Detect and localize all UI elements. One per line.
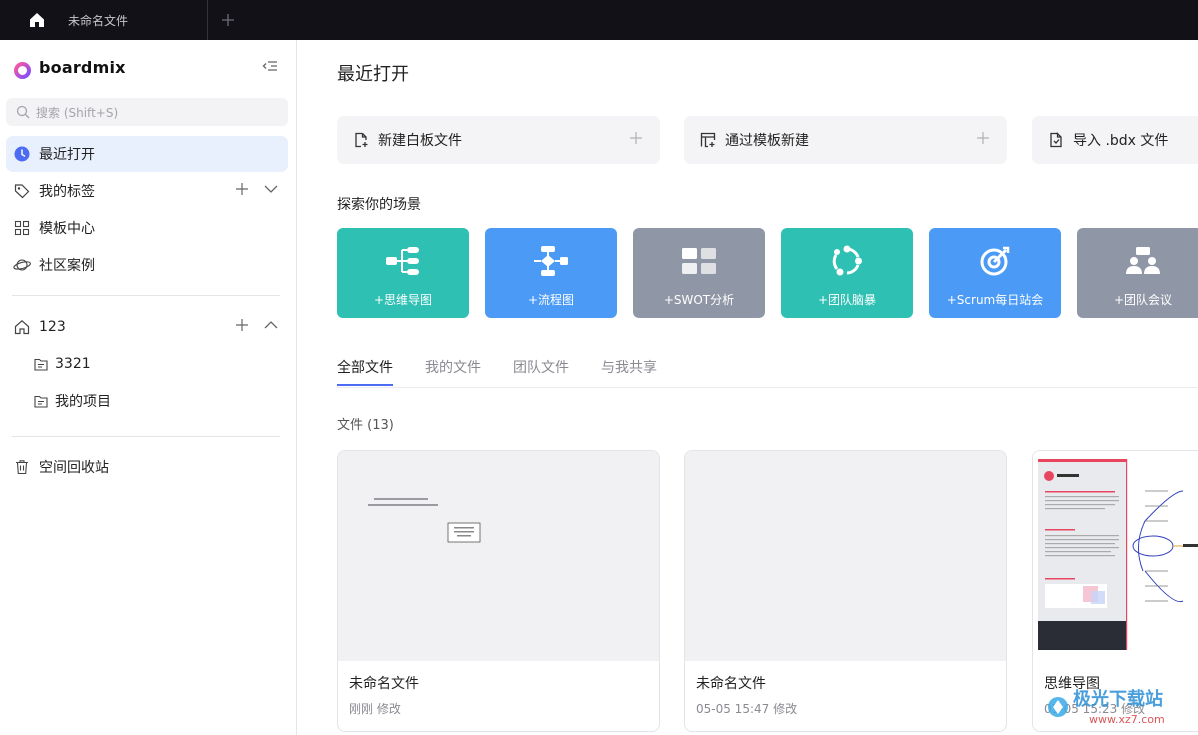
sidebar-item-label: 社区案例 <box>39 258 95 274</box>
sidebar-item-templates[interactable]: 模板中心 <box>6 210 288 246</box>
main-content: 最近打开 新建白板文件 通过模板新建 导入 .bdx 文件 探索你的场景 +思维… <box>297 40 1198 735</box>
watermark-logo: 极光下载站 www.xz7.com <box>1045 683 1195 731</box>
quick-action-label: 导入 .bdx 文件 <box>1073 133 1169 149</box>
home-outline-icon <box>13 318 31 336</box>
chevron-down-icon[interactable] <box>263 182 279 196</box>
tab-my-files[interactable]: 我的文件 <box>425 357 481 377</box>
document-tab-label: 未命名文件 <box>68 13 129 28</box>
brainstorm-icon <box>832 245 862 276</box>
sidebar-divider <box>12 436 280 437</box>
brand[interactable]: boardmix <box>12 54 126 80</box>
new-tab-button[interactable] <box>218 10 238 30</box>
scene-label: +Scrum每日站会 <box>946 293 1044 307</box>
sidebar-item-recent[interactable]: 最近打开 <box>6 136 288 172</box>
search-input[interactable]: 搜索 (Shift+S) <box>6 98 288 126</box>
folder-icon <box>34 358 48 371</box>
scene-label: +团队会议 <box>1113 293 1173 307</box>
sidebar-folder-3321[interactable]: 3321 <box>26 347 288 381</box>
scene-brainstorm[interactable]: +团队脑暴 <box>781 228 913 318</box>
clock-icon <box>13 145 31 163</box>
brand-name: boardmix <box>39 57 126 77</box>
file-modified-time: 刚刚 修改 <box>349 702 401 716</box>
search-placeholder: 搜索 (Shift+S) <box>36 105 119 120</box>
sidebar: boardmix 搜索 (Shift+S) 最近打开 我的标签 模板中心 社区案… <box>0 40 297 735</box>
home-icon <box>30 13 44 27</box>
sidebar-item-tags[interactable]: 我的标签 <box>6 173 288 209</box>
quick-action-label: 新建白板文件 <box>378 133 462 149</box>
scene-mindmap[interactable]: +思维导图 <box>337 228 469 318</box>
file-thumbnail <box>338 451 659 661</box>
scene-label: +SWOT分析 <box>663 293 735 307</box>
file-thumbnail <box>1033 451 1198 661</box>
target-icon <box>980 246 1010 276</box>
scene-label: +思维导图 <box>373 293 433 307</box>
folder-icon <box>34 395 48 408</box>
tab-all-files[interactable]: 全部文件 <box>337 357 393 377</box>
plus-icon <box>977 132 989 144</box>
new-whiteboard-button[interactable]: 新建白板文件 <box>337 116 660 164</box>
page-title: 最近打开 <box>337 64 409 85</box>
tab-shared-with-me[interactable]: 与我共享 <box>601 357 657 377</box>
add-tag-icon[interactable] <box>235 182 249 196</box>
svg-text:极光下载站: 极光下载站 <box>1073 688 1163 710</box>
planet-icon <box>13 256 31 274</box>
trash-icon <box>13 458 31 476</box>
sidebar-divider <box>12 295 280 296</box>
sidebar-folder-my-projects[interactable]: 我的项目 <box>26 384 288 418</box>
sidebar-item-label: 模板中心 <box>39 221 95 237</box>
space-name: 123 <box>39 319 66 335</box>
meeting-icon <box>1126 247 1160 274</box>
tab-team-files[interactable]: 团队文件 <box>513 357 569 377</box>
file-count: 文件 (13) <box>337 418 394 433</box>
folder-label: 我的项目 <box>55 394 111 410</box>
folder-label: 3321 <box>55 356 91 372</box>
new-from-template-button[interactable]: 通过模板新建 <box>684 116 1007 164</box>
file-name: 未命名文件 <box>696 676 766 692</box>
scene-meeting[interactable]: +团队会议 <box>1077 228 1198 318</box>
template-icon <box>700 132 716 148</box>
new-file-icon <box>355 132 368 148</box>
sidebar-item-label: 最近打开 <box>39 147 95 163</box>
title-bar: 未命名文件 <box>0 0 1198 40</box>
scene-scrum[interactable]: +Scrum每日站会 <box>929 228 1061 318</box>
sidebar-item-label: 空间回收站 <box>39 460 109 476</box>
search-icon <box>16 105 30 119</box>
file-name: 未命名文件 <box>349 676 419 692</box>
scene-label: +团队脑暴 <box>817 293 877 307</box>
import-icon <box>1050 132 1062 148</box>
file-card[interactable]: 未命名文件 05-05 15:47 修改 <box>684 450 1007 732</box>
home-tab[interactable] <box>17 5 57 35</box>
sidebar-item-trash[interactable]: 空间回收站 <box>6 449 288 485</box>
scene-flowchart[interactable]: +流程图 <box>485 228 617 318</box>
document-tab[interactable]: 未命名文件 <box>57 0 208 40</box>
quick-action-label: 通过模板新建 <box>725 133 809 149</box>
sidebar-item-community[interactable]: 社区案例 <box>6 247 288 283</box>
sidebar-item-space[interactable]: 123 <box>6 309 288 345</box>
sidebar-item-label: 我的标签 <box>39 184 95 200</box>
boardmix-logo-icon <box>13 55 31 79</box>
plus-icon <box>222 14 234 26</box>
file-thumbnail <box>685 451 1006 661</box>
add-folder-icon[interactable] <box>235 318 249 332</box>
plus-icon <box>630 132 642 144</box>
mindmap-icon <box>386 247 419 275</box>
scene-label: +流程图 <box>527 293 575 307</box>
flowchart-icon <box>534 246 568 276</box>
scene-swot[interactable]: +SWOT分析 <box>633 228 765 318</box>
active-tab-indicator <box>337 384 393 386</box>
scenes-heading: 探索你的场景 <box>337 197 421 213</box>
collapse-sidebar-icon[interactable] <box>261 57 279 75</box>
file-modified-time: 05-05 15:47 修改 <box>696 702 798 716</box>
swot-icon <box>682 248 716 274</box>
chevron-up-icon[interactable] <box>263 318 279 332</box>
file-tabs: 全部文件 我的文件 团队文件 与我共享 <box>337 348 1198 388</box>
grid-icon <box>13 219 31 237</box>
tag-icon <box>13 182 31 200</box>
file-card[interactable]: 未命名文件 刚刚 修改 <box>337 450 660 732</box>
import-bdx-button[interactable]: 导入 .bdx 文件 <box>1032 116 1198 164</box>
svg-text:www.xz7.com: www.xz7.com <box>1089 713 1165 726</box>
